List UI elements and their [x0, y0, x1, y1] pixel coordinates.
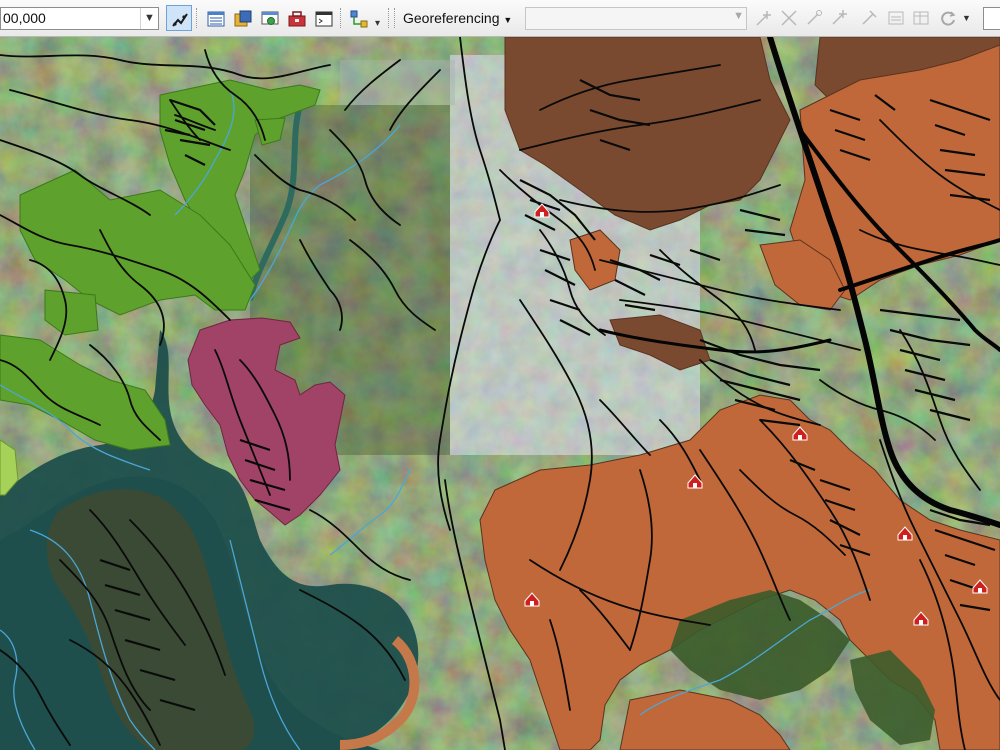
map-scale-combo[interactable]: 00,000 ▼	[0, 7, 159, 30]
dropdown-arrow-icon[interactable]: ▼	[962, 13, 971, 23]
chevron-down-icon[interactable]: ▼	[140, 8, 158, 29]
add-control-points-icon	[781, 10, 797, 26]
rotate-tool-button[interactable]	[753, 7, 775, 29]
toolbar-separator	[388, 8, 390, 28]
search-window-icon	[261, 11, 279, 25]
edit-tool-icon	[172, 13, 188, 27]
toolbox-icon	[288, 11, 306, 27]
add-control-points-icon	[832, 10, 847, 25]
search-button[interactable]	[256, 5, 282, 31]
python-button[interactable]	[310, 5, 336, 31]
model-builder-icon	[350, 10, 368, 28]
modelbuilder-button[interactable]	[345, 5, 371, 31]
toolbar-separator	[340, 8, 342, 28]
auto-registration-button[interactable]	[885, 7, 907, 29]
toolbar-input-box[interactable]	[983, 7, 1000, 30]
toolbar-grip[interactable]	[394, 8, 396, 28]
attribute-table-icon	[207, 11, 225, 27]
select-link-button[interactable]	[858, 7, 880, 29]
catalog-icon	[234, 10, 252, 27]
rotate-icon	[941, 11, 956, 26]
add-control-points-button[interactable]	[828, 7, 850, 29]
georeferencing-menu[interactable]: Georeferencing ▼	[403, 10, 512, 26]
editor-toolbar-button[interactable]	[166, 5, 192, 31]
shift-tool-button[interactable]	[778, 7, 800, 29]
rotate-button[interactable]	[937, 7, 959, 29]
add-control-points-icon	[862, 10, 877, 25]
add-control-points-icon	[756, 11, 771, 26]
python-window-icon	[315, 11, 333, 27]
georeferencing-layer-combo[interactable]: ▼	[525, 7, 747, 30]
toolbar-overflow-icon[interactable]: ▾	[375, 18, 380, 29]
view-link-table-button[interactable]	[910, 7, 932, 29]
georeferencing-label: Georeferencing	[403, 10, 500, 26]
dropdown-arrow-icon: ▼	[503, 15, 513, 25]
standard-toolbar: 00,000 ▼ ▾ Georeferencing ▼ ▼ ▼	[0, 0, 1000, 37]
attribute-table-icon	[913, 11, 929, 25]
map-canvas[interactable]	[0, 37, 1000, 750]
chevron-down-icon[interactable]: ▼	[733, 10, 744, 22]
toolbar-separator	[196, 8, 198, 28]
add-control-points-icon	[807, 10, 822, 25]
arctoolbox-button[interactable]	[283, 5, 309, 31]
table-of-contents-button[interactable]	[202, 5, 228, 31]
map-scale-value: 00,000	[3, 10, 46, 26]
catalog-button[interactable]	[229, 5, 255, 31]
attribute-table-icon	[888, 11, 904, 25]
scale-tool-button[interactable]	[803, 7, 825, 29]
georeferenced-raster-tile	[340, 60, 455, 105]
